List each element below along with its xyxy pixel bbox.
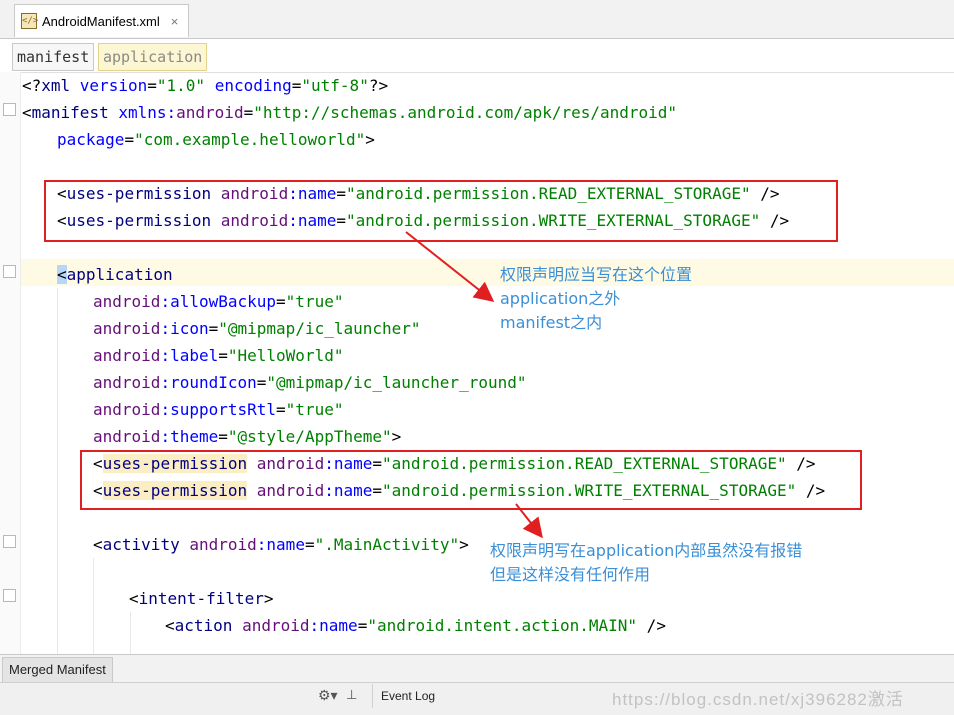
code-editor[interactable]: <?xml version="1.0" encoding="utf-8"?> <m… — [0, 72, 954, 654]
breadcrumb-manifest[interactable]: manifest — [12, 43, 95, 71]
arrow-to-wrong-note — [515, 503, 543, 539]
annotation-no-effect: 权限声明写在application内部虽然没有报错 但是这样没有任何作用 — [490, 541, 803, 584]
xml-file-icon: </> — [21, 13, 38, 29]
tab-merged-manifest[interactable]: Merged Manifest — [2, 657, 113, 683]
annotation-correct-location: 权限声明应当写在这个位置 application之外 manifest之内 — [500, 265, 693, 332]
breadcrumb-application[interactable]: application — [98, 43, 208, 71]
pin-icon[interactable]: ⊥ — [346, 687, 357, 703]
tab-androidmanifest[interactable]: </> AndroidManifest.xml × — [14, 4, 190, 37]
gear-icon[interactable]: ⚙▾ — [318, 687, 338, 704]
bottom-tabbar: Merged Manifest — [0, 654, 954, 683]
close-icon[interactable]: × — [171, 14, 179, 29]
watermark: https://blog.csdn.net/xj396282激活 — [612, 690, 904, 709]
editor-tabbar: </> AndroidManifest.xml × — [0, 0, 954, 39]
status-bar: ⚙▾ ⊥ Event Log https://blog.csdn.net/xj3… — [0, 682, 954, 715]
breadcrumb: manifest application — [0, 39, 954, 73]
arrow-to-correct-note — [405, 231, 495, 302]
annotation-arrows — [405, 231, 543, 539]
tab-label: AndroidManifest.xml — [42, 13, 160, 29]
event-log-tab[interactable]: Event Log — [372, 684, 443, 708]
